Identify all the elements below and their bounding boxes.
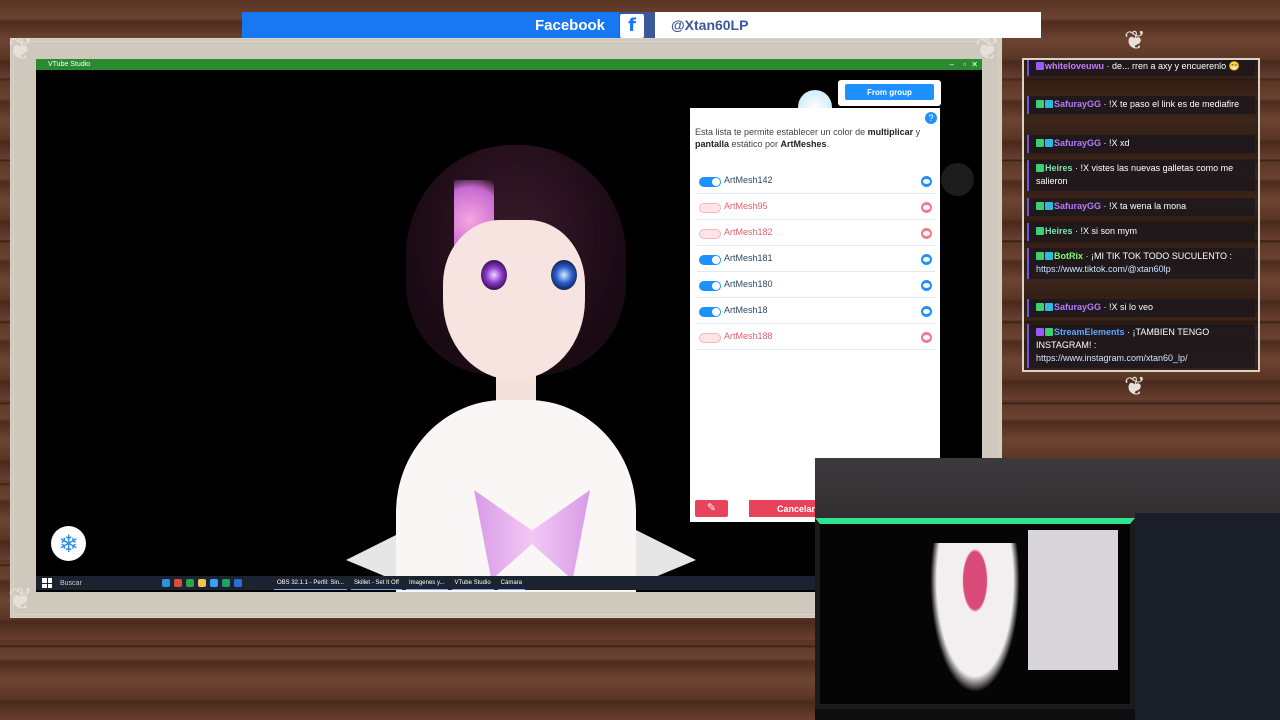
flourish-icon: ❦ xyxy=(1124,372,1146,402)
taskbar-app-icon[interactable] xyxy=(174,579,182,587)
snowflake-icon[interactable]: ❄ xyxy=(51,526,86,561)
avatar-eye-left xyxy=(481,260,507,290)
panel-description: Esta lista te permite establecer un colo… xyxy=(695,127,921,149)
chat-message: Heires · !X vistes las nuevas galletas c… xyxy=(1027,160,1255,191)
grey-circle-button[interactable] xyxy=(941,163,974,196)
mesh-toggle[interactable] xyxy=(699,281,721,291)
webcam-color-panel xyxy=(1028,530,1118,670)
eye-icon[interactable] xyxy=(921,228,932,239)
taskbar-app-icon[interactable] xyxy=(186,579,194,587)
mesh-row[interactable]: ArtMesh188 xyxy=(697,327,935,350)
mesh-toggle[interactable] xyxy=(699,255,721,265)
mesh-toggle[interactable] xyxy=(699,333,721,343)
maximize-button[interactable]: ▫ xyxy=(963,59,966,70)
chat-message: SafurayGG · !X te paso el link es de med… xyxy=(1027,96,1255,114)
taskbar-app-obs[interactable]: OBS 32.1.1 - Perfil: Sin... xyxy=(274,577,348,590)
chat-message: BotRix · ¡MI TIK TOK TODO SUCULENTO : ht… xyxy=(1027,248,1255,279)
eye-icon[interactable] xyxy=(921,280,932,291)
brush-icon[interactable]: ✎ xyxy=(695,500,728,517)
taskbar-app-icon[interactable] xyxy=(210,579,218,587)
mesh-row[interactable]: ArtMesh95 xyxy=(697,197,935,220)
mesh-label: ArtMesh142 xyxy=(724,175,773,185)
taskbar-app-icon[interactable] xyxy=(234,579,242,587)
mesh-label: ArtMesh180 xyxy=(724,279,773,289)
from-group-container: From group xyxy=(838,80,941,106)
chat-message: SafurayGG · !X xd xyxy=(1027,135,1255,153)
mesh-label: ArtMesh188 xyxy=(724,331,773,341)
eye-icon[interactable] xyxy=(921,254,932,265)
chat-link[interactable]: https://www.instagram.com/xtan60_lp/ xyxy=(1036,353,1188,363)
mesh-toggle[interactable] xyxy=(699,203,721,213)
stream-chat: whiteloveuwu · de... rren a axy y encuer… xyxy=(1022,58,1260,372)
chat-message: SafurayGG · !X ta wena la mona xyxy=(1027,198,1255,216)
mesh-row[interactable]: ArtMesh182 xyxy=(697,223,935,246)
chat-message: Heires · !X si son mym xyxy=(1027,223,1255,241)
taskbar-app-vtube[interactable]: VTube Studio xyxy=(451,577,494,590)
flourish-icon: ❦ xyxy=(8,582,34,617)
avatar-face xyxy=(443,220,585,380)
eye-icon[interactable] xyxy=(921,176,932,187)
mesh-row[interactable]: ArtMesh181 xyxy=(697,249,935,272)
facebook-label: Facebook xyxy=(534,16,605,34)
taskbar-search[interactable]: Buscar xyxy=(60,580,160,587)
eye-icon[interactable] xyxy=(921,202,932,213)
flourish-icon: ❦ xyxy=(1124,26,1146,56)
taskbar-app-camera[interactable]: Cámara xyxy=(497,577,525,590)
mesh-row[interactable]: ArtMesh180 xyxy=(697,275,935,298)
mesh-row[interactable]: ArtMesh18 xyxy=(697,301,935,324)
mesh-label: ArtMesh181 xyxy=(724,253,773,263)
minimize-button[interactable]: – xyxy=(950,59,954,70)
webcam-avatar xyxy=(930,543,1020,693)
from-group-button[interactable]: From group xyxy=(845,84,934,100)
taskbar-app-spotify[interactable]: Skillet - Set It Off xyxy=(351,577,402,590)
taskbar-app-icon[interactable] xyxy=(162,579,170,587)
taskbar-app-icon[interactable] xyxy=(222,579,230,587)
mesh-toggle[interactable] xyxy=(699,307,721,317)
chat-link[interactable]: https://www.tiktok.com/@xtan60lp xyxy=(1036,264,1171,274)
avatar-eye-right xyxy=(551,260,577,290)
chat-message: whiteloveuwu · de... rren a axy y encuer… xyxy=(1027,60,1255,76)
flourish-icon: ❦ xyxy=(8,32,34,67)
facebook-icon: f xyxy=(620,13,644,38)
mesh-toggle[interactable] xyxy=(699,177,721,187)
mesh-label: ArtMesh18 xyxy=(724,305,768,315)
taskbar-app-images[interactable]: Imagenes y... xyxy=(405,577,448,590)
cancel-button[interactable]: Cancelar xyxy=(749,500,817,517)
window-titlebar: VTube Studio – ▫ ✕ xyxy=(36,59,982,70)
mesh-row[interactable]: ArtMesh142 xyxy=(697,171,935,194)
windows-taskbar: Buscar OBS 32.1.1 - Perfil: Sin... Skill… xyxy=(36,576,816,590)
facebook-icon-block: f xyxy=(619,12,655,38)
eye-icon[interactable] xyxy=(921,332,932,343)
help-icon[interactable]: ? xyxy=(925,112,937,124)
mesh-label: ArtMesh182 xyxy=(724,227,773,237)
taskbar-app-icon[interactable] xyxy=(198,579,206,587)
close-button[interactable]: ✕ xyxy=(971,59,978,70)
facebook-banner: Facebook f @Xtan60LP xyxy=(242,12,1041,38)
eye-icon[interactable] xyxy=(921,306,932,317)
facebook-label-block: Facebook xyxy=(242,12,619,38)
window-title: VTube Studio xyxy=(48,61,91,68)
windows-start-icon[interactable] xyxy=(42,578,52,588)
mesh-label: ArtMesh95 xyxy=(724,201,768,211)
webcam-second-monitor xyxy=(1135,513,1280,720)
webcam-feed xyxy=(815,458,1280,720)
chat-message: StreamElements · ¡TAMBIEN TENGO INSTAGRA… xyxy=(1027,324,1255,368)
chat-message: SafurayGG · !X si lo veo xyxy=(1027,299,1255,317)
mesh-toggle[interactable] xyxy=(699,229,721,239)
avatar-body xyxy=(396,400,636,592)
